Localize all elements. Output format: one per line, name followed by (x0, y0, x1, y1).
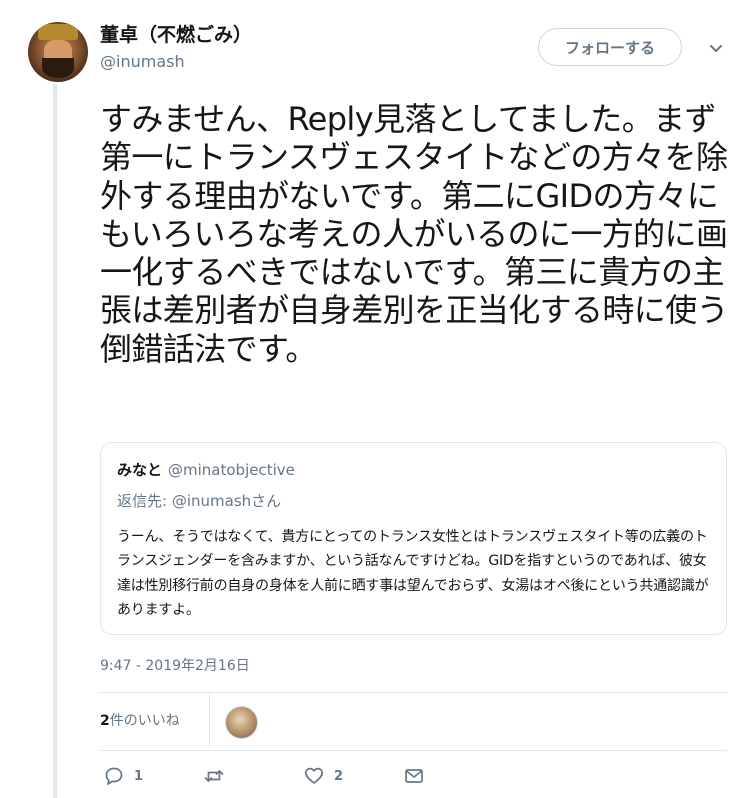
avatar-beard (42, 58, 74, 78)
like-button[interactable]: 2 (304, 766, 343, 786)
liker-avatar[interactable] (225, 706, 258, 739)
avatar-hat (38, 24, 78, 40)
retweet-icon (204, 770, 224, 782)
thread-line (53, 84, 57, 798)
likes-summary[interactable]: 2件のいいね (100, 710, 180, 730)
chevron-down-icon[interactable] (708, 40, 724, 56)
quoted-tweet[interactable]: みなと @minatobjective 返信先: @inumashさん うーん、そ… (100, 442, 727, 635)
divider (100, 750, 727, 751)
reply-to-prefix: 返信先: (117, 492, 172, 510)
reply-button[interactable]: 1 (104, 766, 143, 786)
follow-button[interactable]: フォローする (538, 28, 682, 66)
author-handle[interactable]: @inumash (100, 52, 185, 71)
author-avatar[interactable] (28, 22, 88, 82)
author-name[interactable]: 董卓（不燃ごみ） (100, 20, 252, 47)
like-count: 2 (334, 768, 344, 784)
likes-label: 件のいいね (109, 713, 180, 729)
tweet-timestamp[interactable]: 9:47 - 2019年2月16日 (100, 655, 250, 675)
retweet-button[interactable] (204, 766, 234, 786)
quoted-tweet-text: うーん、そうではなくて、貴方にとってのトランス女性とはトランスヴェスタイト等の広… (117, 529, 709, 619)
quoted-author-name: みなと (117, 461, 163, 479)
quoted-reply-to: 返信先: @inumashさん (117, 490, 710, 511)
direct-message-button[interactable] (404, 766, 424, 786)
mail-icon (405, 769, 423, 783)
likes-count: 2 (100, 713, 110, 729)
reply-count: 1 (134, 768, 144, 784)
quoted-tweet-header: みなと @minatobjective (117, 459, 710, 480)
reply-to-handle[interactable]: @inumashさん (172, 492, 281, 510)
tweet-text: すみません、Reply見落としてました。まず第一にトランスヴェスタイトなどの方々… (100, 100, 729, 368)
reply-icon (105, 767, 123, 785)
divider (100, 692, 727, 693)
divider (209, 694, 210, 748)
heart-icon (304, 767, 324, 784)
quoted-author-handle: @minatobjective (168, 461, 295, 479)
